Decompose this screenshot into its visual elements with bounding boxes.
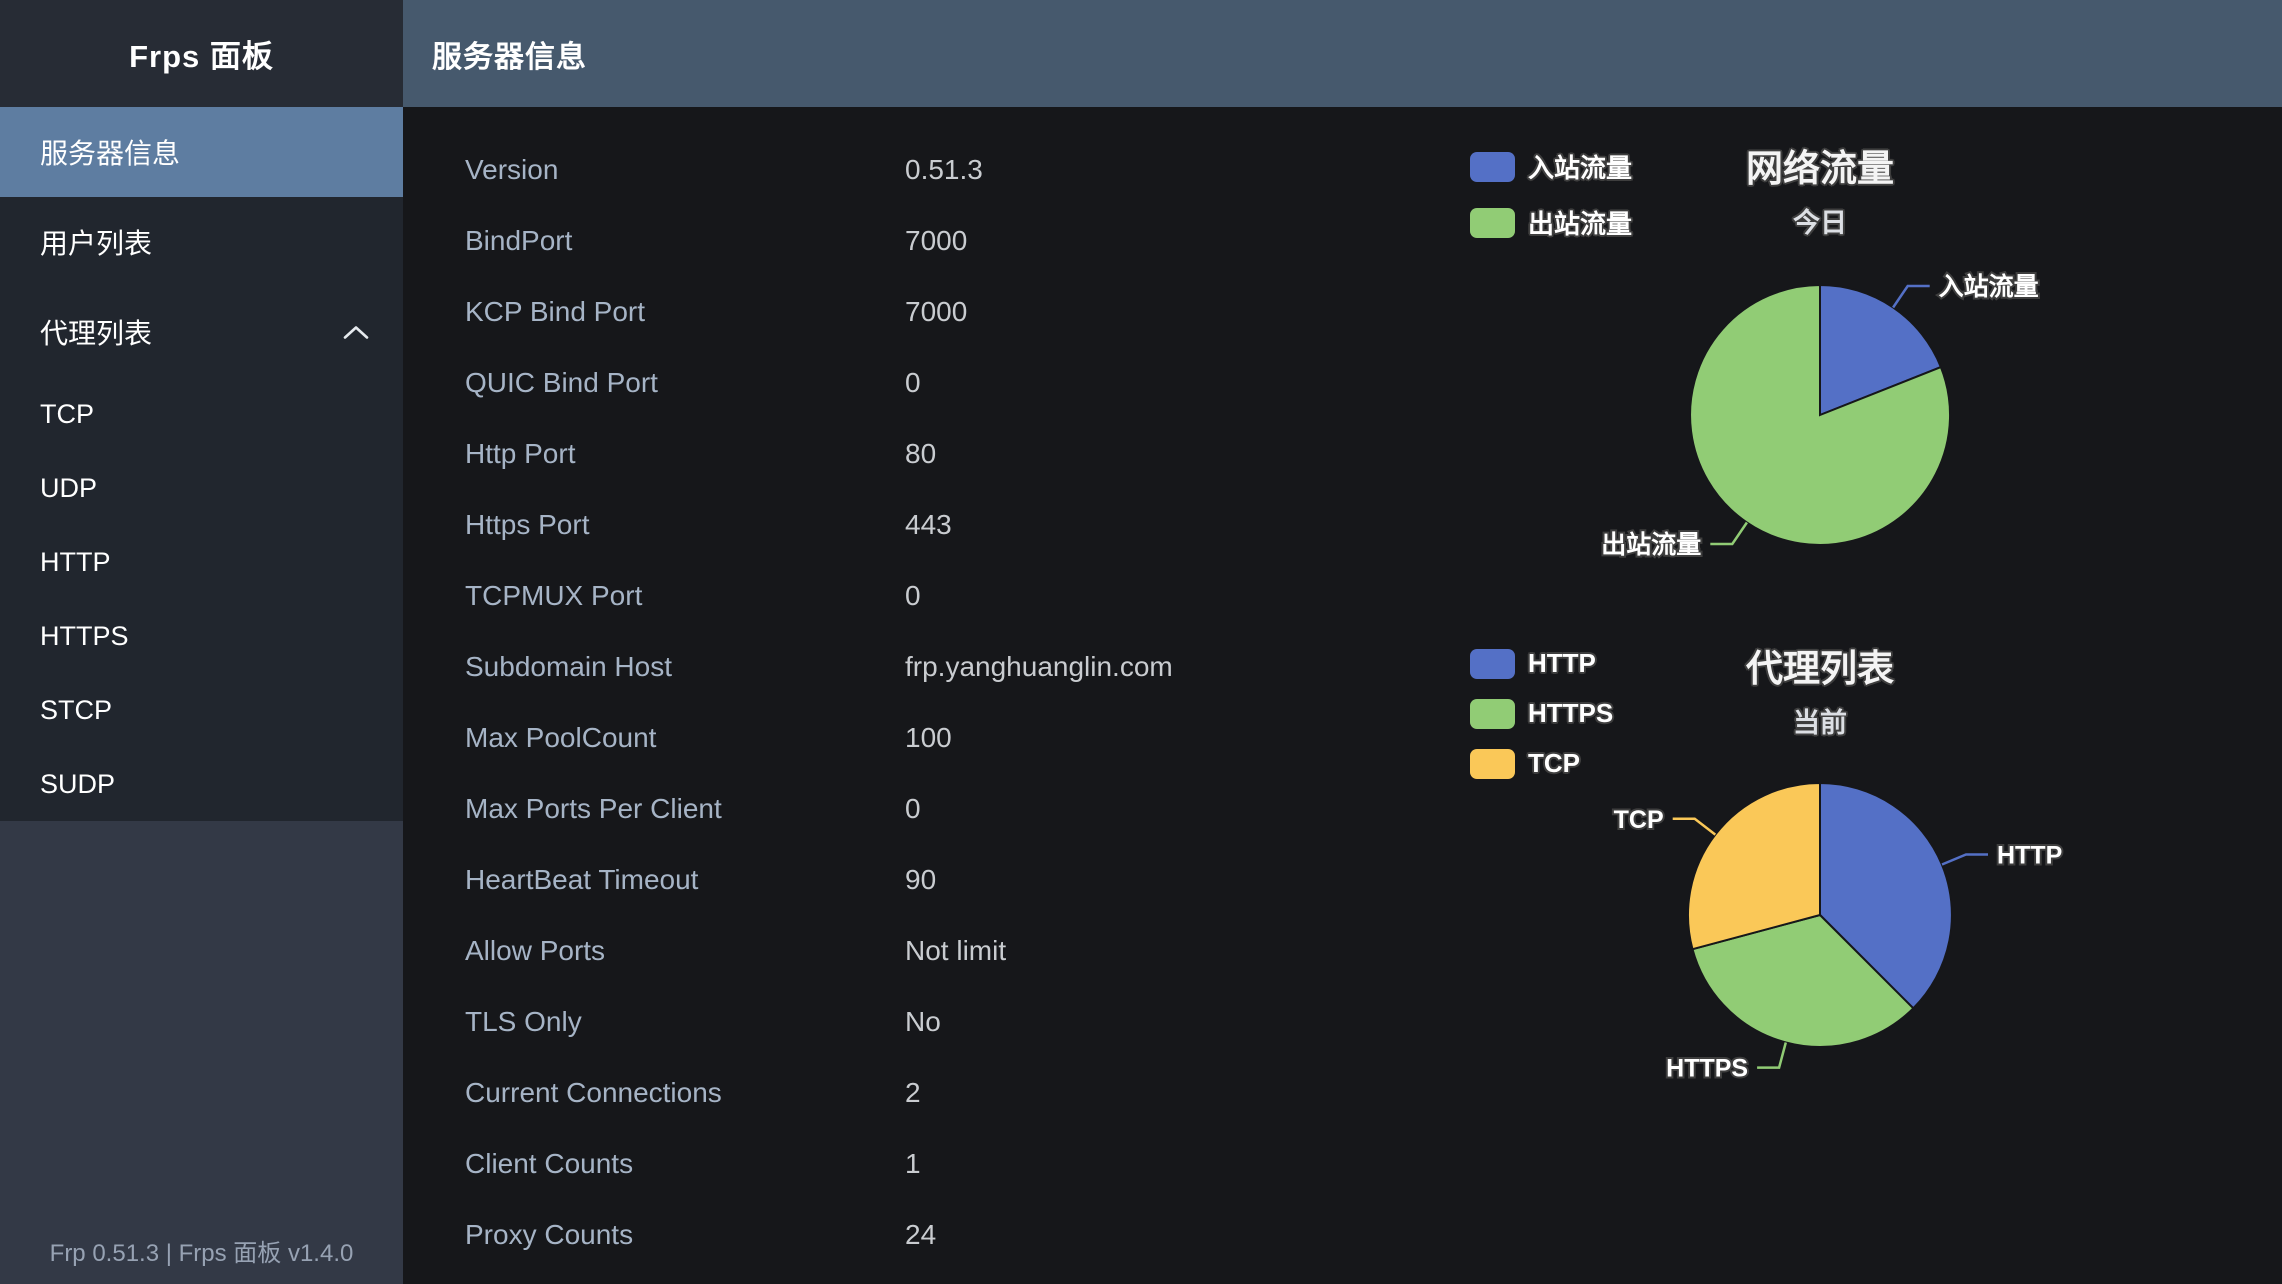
pie-label-line xyxy=(1893,286,1930,308)
legend-label: 入站流量 xyxy=(1528,148,1632,185)
legend-label: 出站流量 xyxy=(1528,204,1632,241)
sidebar-item-label: 用户列表 xyxy=(40,222,152,262)
sidebar-footer-version: Frp 0.51.3 | Frps 面板 v1.4.0 xyxy=(0,1233,403,1268)
info-label: Max Ports Per Client xyxy=(465,793,905,825)
info-label: QUIC Bind Port xyxy=(465,367,905,399)
info-value: 2 xyxy=(905,1077,921,1109)
info-row: TCPMUX Port0 xyxy=(465,560,1173,631)
network-traffic-chart: 入站流量出站流量 网络流量 今日 入站流量出站流量 xyxy=(1410,120,2230,615)
info-value: 7000 xyxy=(905,225,967,257)
sidebar-subitem-udp[interactable]: UDP xyxy=(0,451,403,525)
info-row: Max Ports Per Client0 xyxy=(465,773,1173,844)
info-label: Http Port xyxy=(465,438,905,470)
sidebar-item-user-list[interactable]: 用户列表 xyxy=(0,197,403,287)
sidebar-subitem-http[interactable]: HTTP xyxy=(0,525,403,599)
info-value: 100 xyxy=(905,722,952,754)
content-header: 服务器信息 xyxy=(403,0,2282,107)
info-value: 90 xyxy=(905,864,936,896)
chevron-up-icon[interactable] xyxy=(343,325,369,340)
info-value: frp.yanghuanglin.com xyxy=(905,651,1173,683)
info-label: TCPMUX Port xyxy=(465,580,905,612)
sidebar-subitem-stcp[interactable]: STCP xyxy=(0,673,403,747)
info-row: Http Port80 xyxy=(465,418,1173,489)
pie-label-line xyxy=(1710,523,1747,545)
legend-item-TCP[interactable]: TCP xyxy=(1470,748,1613,779)
sidebar-subitem-tcp[interactable]: TCP xyxy=(0,377,403,451)
pie-label: 入站流量 xyxy=(1939,273,2039,301)
legend-label: HTTPS xyxy=(1528,698,1613,729)
info-label: Max PoolCount xyxy=(465,722,905,754)
info-value: 0 xyxy=(905,367,921,399)
info-label: BindPort xyxy=(465,225,905,257)
legend-item-入站流量[interactable]: 入站流量 xyxy=(1470,148,1632,185)
legend-swatch xyxy=(1470,649,1515,679)
sidebar-item-label: 服务器信息 xyxy=(40,132,180,172)
info-label: Subdomain Host xyxy=(465,651,905,683)
info-row: BindPort7000 xyxy=(465,205,1173,276)
info-label: Version xyxy=(465,154,905,186)
network-traffic-legend: 入站流量出站流量 xyxy=(1470,148,1632,241)
legend-swatch xyxy=(1470,699,1515,729)
info-row: Allow PortsNot limit xyxy=(465,915,1173,986)
info-value: Not limit xyxy=(905,935,1006,967)
info-row: TLS OnlyNo xyxy=(465,986,1173,1057)
info-value: 443 xyxy=(905,509,952,541)
sidebar-item-server-info[interactable]: 服务器信息 xyxy=(0,107,403,197)
sidebar-menu: 服务器信息用户列表代理列表 TCPUDPHTTPHTTPSSTCPSUDP xyxy=(0,107,403,821)
pie-label: TCP xyxy=(1614,806,1664,834)
legend-item-HTTPS[interactable]: HTTPS xyxy=(1470,698,1613,729)
sidebar-item-proxy-list[interactable]: 代理列表 xyxy=(0,287,403,377)
info-label: KCP Bind Port xyxy=(465,296,905,328)
legend-swatch xyxy=(1470,749,1515,779)
info-row: Version0.51.3 xyxy=(465,134,1173,205)
info-value: 24 xyxy=(905,1219,936,1251)
frps-dashboard: Frps 面板 服务器信息用户列表代理列表TCPUDPHTTPHTTPSSTCP… xyxy=(0,0,2282,1284)
info-value: 0 xyxy=(905,793,921,825)
pie-label: 出站流量 xyxy=(1601,531,1701,559)
legend-swatch xyxy=(1470,208,1515,238)
info-label: Https Port xyxy=(465,509,905,541)
info-row: Current Connections2 xyxy=(465,1057,1173,1128)
sidebar-item-label: 代理列表 xyxy=(40,312,152,352)
sidebar: Frps 面板 服务器信息用户列表代理列表 TCPUDPHTTPHTTPSSTCP… xyxy=(0,0,403,1284)
info-label: Current Connections xyxy=(465,1077,905,1109)
info-row: QUIC Bind Port0 xyxy=(465,347,1173,418)
info-value: 0.51.3 xyxy=(905,154,983,186)
info-value: No xyxy=(905,1006,941,1038)
legend-item-HTTP[interactable]: HTTP xyxy=(1470,648,1613,679)
info-row: Max PoolCount100 xyxy=(465,702,1173,773)
sidebar-title: Frps 面板 xyxy=(0,0,403,107)
page-title: 服务器信息 xyxy=(432,32,587,76)
proxy-list-chart: HTTPHTTPSTCP 代理列表 当前 HTTPHTTPSTCP xyxy=(1410,620,2230,1200)
info-row: Client Counts1 xyxy=(465,1128,1173,1199)
legend-item-出站流量[interactable]: 出站流量 xyxy=(1470,204,1632,241)
info-label: TLS Only xyxy=(465,1006,905,1038)
proxy-list-legend: HTTP HTTPS TCP xyxy=(1470,648,1613,779)
info-label: Allow Ports xyxy=(465,935,905,967)
pie-label-line xyxy=(1942,855,1988,865)
info-label: Client Counts xyxy=(465,1148,905,1180)
info-row: Subdomain Hostfrp.yanghuanglin.com xyxy=(465,631,1173,702)
legend-swatch xyxy=(1470,152,1515,182)
pie-label-line xyxy=(1673,819,1716,835)
info-table: Version0.51.3BindPort7000KCP Bind Port70… xyxy=(465,134,1173,1270)
info-row: Https Port443 xyxy=(465,489,1173,560)
legend-label: HTTP xyxy=(1528,648,1596,679)
info-label: Proxy Counts xyxy=(465,1219,905,1251)
info-value: 1 xyxy=(905,1148,921,1180)
info-value: 80 xyxy=(905,438,936,470)
pie-label: HTTPS xyxy=(1666,1055,1748,1083)
legend-label: TCP xyxy=(1528,748,1580,779)
pie-label-line xyxy=(1757,1043,1786,1068)
info-row: Proxy Counts24 xyxy=(465,1199,1173,1270)
sidebar-subitem-https[interactable]: HTTPS xyxy=(0,599,403,673)
info-row: HeartBeat Timeout90 xyxy=(465,844,1173,915)
info-label: HeartBeat Timeout xyxy=(465,864,905,896)
sidebar-subitem-sudp[interactable]: SUDP xyxy=(0,747,403,821)
info-value: 0 xyxy=(905,580,921,612)
info-value: 7000 xyxy=(905,296,967,328)
pie-label: HTTP xyxy=(1997,842,2062,870)
info-row: KCP Bind Port7000 xyxy=(465,276,1173,347)
